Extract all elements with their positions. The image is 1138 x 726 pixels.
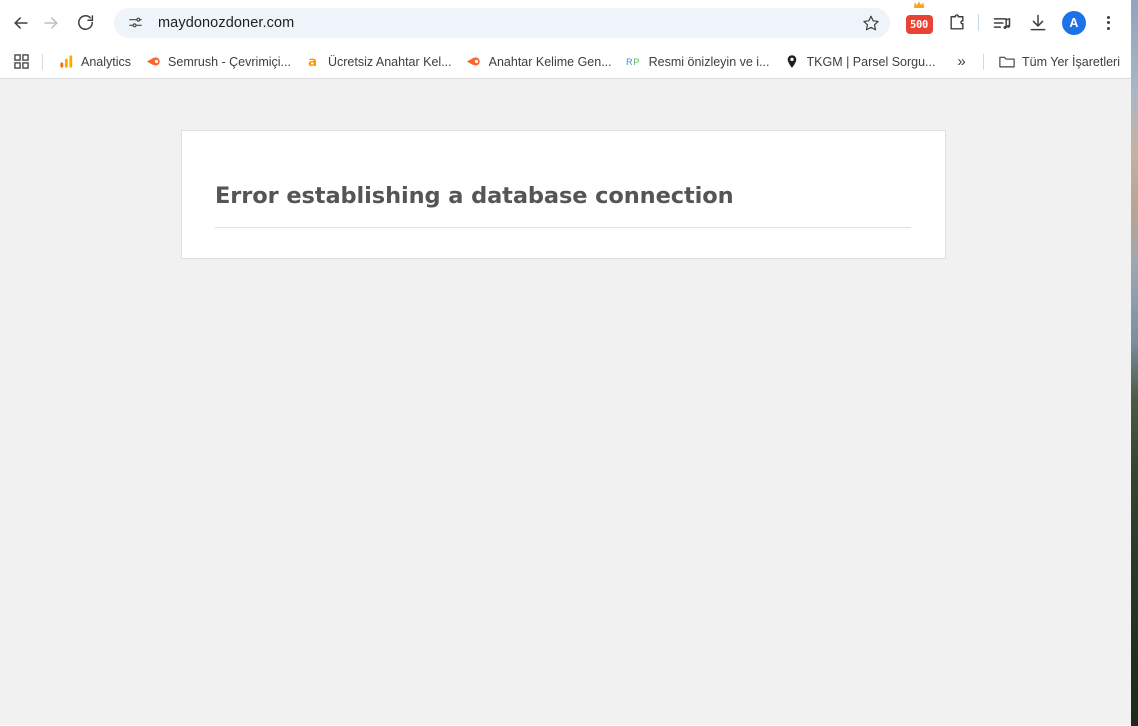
address-bar[interactable]: maydonozdoner.com: [114, 7, 890, 38]
google-analytics-icon: [58, 54, 74, 70]
svg-text:a: a: [309, 55, 318, 69]
forward-button[interactable]: [36, 8, 66, 38]
all-bookmarks-label: Tüm Yer İşaretleri: [1022, 54, 1120, 69]
amazon-a-icon: a: [305, 54, 321, 70]
bookmark-label: Anahtar Kelime Gen...: [488, 54, 612, 69]
bookmarks-divider-right: [983, 53, 985, 70]
avatar-initial: A: [1062, 10, 1086, 35]
bookmarks-bar: Analytics Semrush - Çevrimiçi... a Ücret…: [0, 45, 1131, 79]
svg-text:R: R: [626, 57, 633, 67]
profile-avatar[interactable]: A: [1059, 8, 1089, 38]
extensions-puzzle-icon[interactable]: [942, 8, 972, 38]
folder-icon: [999, 54, 1015, 70]
back-button[interactable]: [6, 8, 36, 38]
all-bookmarks-button[interactable]: Tüm Yer İşaretleri: [992, 49, 1127, 75]
bookmark-tkgm-parsel[interactable]: TKGM | Parsel Sorgu...: [777, 49, 943, 75]
bookmarks-overflow-button[interactable]: »: [948, 49, 974, 75]
reload-button[interactable]: [70, 8, 100, 38]
downloads-icon[interactable]: [1023, 8, 1053, 38]
badge-count-label: 500: [909, 18, 929, 31]
semrush-icon: [466, 54, 482, 70]
toolbar-divider: [978, 14, 979, 31]
svg-text:P: P: [633, 57, 639, 67]
chrome-menu-icon[interactable]: [1093, 8, 1123, 38]
error-card-inner: Error establishing a database connection: [182, 131, 945, 228]
bookmark-label: Semrush - Çevrimiçi...: [168, 54, 291, 69]
bookmark-resmi-onizleyin[interactable]: R P Resmi önizleyin ve i...: [619, 49, 777, 75]
kebab-dots: [1106, 15, 1110, 30]
bookmark-ucretsiz-anahtar[interactable]: a Ücretsiz Anahtar Kel...: [298, 49, 459, 75]
page-viewport: Error establishing a database connection: [0, 79, 1131, 725]
map-pin-icon: [784, 54, 800, 70]
crown-icon: [914, 1, 924, 8]
bookmark-label: Resmi önizleyin ve i...: [648, 54, 770, 69]
bookmark-semrush[interactable]: Semrush - Çevrimiçi...: [138, 49, 298, 75]
error-card: Error establishing a database connection: [181, 130, 946, 259]
apps-grid-icon[interactable]: [8, 49, 34, 75]
url-text[interactable]: maydonozdoner.com: [158, 15, 858, 31]
badge-count-box: 500: [905, 15, 933, 34]
tune-sliders-icon[interactable]: [122, 10, 148, 36]
rp-icon: R P: [626, 54, 642, 70]
bookmark-label: TKGM | Parsel Sorgu...: [806, 54, 936, 69]
bookmark-anahtar-kelime[interactable]: Anahtar Kelime Gen...: [459, 49, 619, 75]
extension-badge-500[interactable]: 500: [902, 1, 936, 38]
media-playlist-icon[interactable]: [987, 8, 1017, 38]
semrush-icon: [145, 54, 161, 70]
error-title: Error establishing a database connection: [215, 183, 911, 228]
bookmark-label: Analytics: [81, 54, 132, 69]
browser-toolbar: maydonozdoner.com 500 A: [0, 0, 1131, 45]
bookmark-analytics[interactable]: Analytics: [51, 49, 138, 75]
bookmarks-right-group: Tüm Yer İşaretleri: [975, 49, 1127, 75]
bookmark-star-icon[interactable]: [858, 10, 884, 36]
browser-window: maydonozdoner.com 500 A Analytics Semrus…: [0, 0, 1131, 726]
bookmark-label: Ücretsiz Anahtar Kel...: [327, 54, 452, 69]
bookmarks-divider: [42, 53, 43, 70]
